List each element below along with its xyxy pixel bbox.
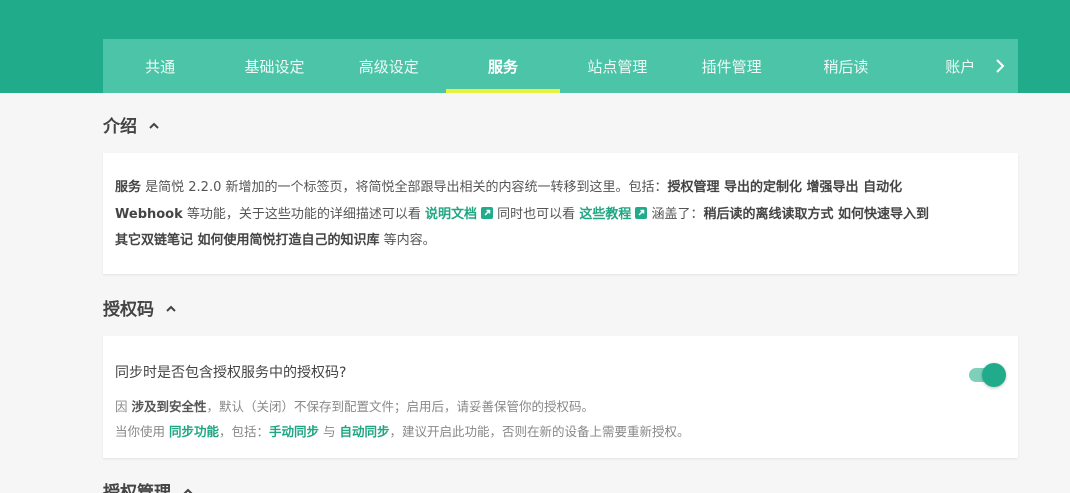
auth-desc-line-1: 因 涉及到安全性，默认（关闭）不保存到配置文件；启用后，请妥善保管你的授权码。 [115, 399, 595, 414]
section-header-intro[interactable]: 介绍 [103, 112, 161, 137]
auth-code-card: 同步时是否包含授权服务中的授权码? 因 涉及到安全性，默认（关闭）不保存到配置文… [103, 336, 1018, 458]
section-title-auth-code: 授权码 [103, 300, 154, 320]
tutorials-link[interactable]: 这些教程 [579, 207, 631, 222]
tab-basic-settings[interactable]: 基础设定 [217, 39, 331, 93]
section-title-intro: 介绍 [103, 117, 137, 137]
tab-bar: 共通 基础设定 高级设定 服务 站点管理 插件管理 稍后读 账户 [103, 39, 1018, 93]
section-header-auth-code[interactable]: 授权码 [103, 295, 178, 320]
external-link-icon[interactable] [481, 206, 494, 219]
intro-card: 服务 是简悦 2.2.0 新增加的一个标签页，将简悦全部跟导出相关的内容统一转移… [103, 153, 1018, 274]
tab-plugin-management[interactable]: 插件管理 [674, 39, 788, 93]
section-title-auth-manage: 授权管理 [103, 483, 171, 493]
section-header-auth-manage[interactable]: 授权管理 [103, 478, 195, 493]
tab-advanced-settings[interactable]: 高级设定 [332, 39, 446, 93]
chevron-up-icon[interactable] [164, 301, 178, 315]
auto-sync-link[interactable]: 自动同步 [339, 424, 389, 439]
chevron-up-icon[interactable] [181, 484, 195, 493]
chevron-right-icon[interactable] [982, 39, 1018, 93]
external-link-icon[interactable] [635, 206, 648, 219]
intro-text: 服务 是简悦 2.2.0 新增加的一个标签页，将简悦全部跟导出相关的内容统一转移… [115, 180, 929, 248]
sync-feature-link[interactable]: 同步功能 [169, 424, 219, 439]
tab-general[interactable]: 共通 [103, 39, 217, 93]
tab-services[interactable]: 服务 [445, 39, 561, 93]
toggle-knob [982, 363, 1006, 387]
auth-desc-line-2: 当你使用 同步功能，包括：手动同步 与 自动同步，建议开启此功能，否则在新的设备… [115, 423, 690, 439]
tab-site-management[interactable]: 站点管理 [560, 39, 674, 93]
manual-sync-link[interactable]: 手动同步 [269, 424, 319, 439]
tab-read-later[interactable]: 稍后读 [789, 39, 903, 93]
chevron-up-icon[interactable] [147, 118, 161, 132]
docs-link[interactable]: 说明文档 [425, 207, 477, 222]
include-auth-code-toggle[interactable] [969, 363, 1006, 387]
auth-code-description: 因 涉及到安全性，默认（关闭）不保存到配置文件；启用后，请妥善保管你的授权码。 … [115, 395, 1006, 444]
auth-code-question: 同步时是否包含授权服务中的授权码? [115, 365, 347, 381]
